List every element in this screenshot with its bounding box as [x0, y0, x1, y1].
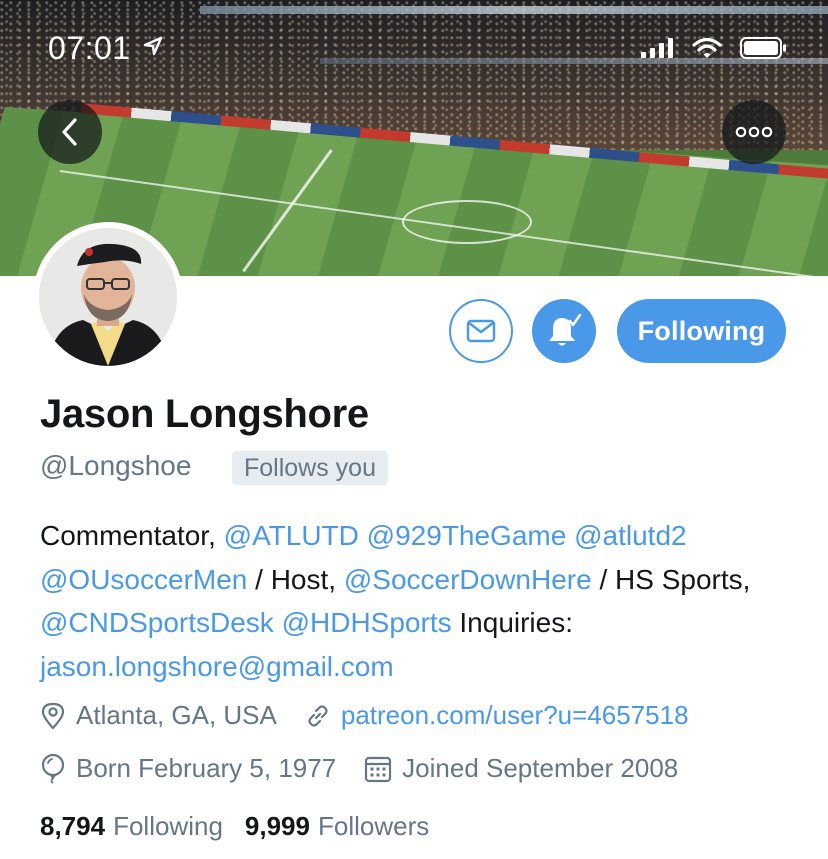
link-icon — [308, 704, 328, 727]
status-time: 07:01 — [48, 30, 164, 67]
bio-text — [566, 520, 574, 551]
website[interactable]: patreon.com/user?u=4657518 — [305, 700, 689, 731]
battery-icon — [740, 37, 786, 59]
birthday: Born February 5, 1977 — [40, 753, 336, 784]
mention-cndsportsdesk[interactable]: @CNDSportsDesk — [40, 607, 274, 638]
meta-row-location-website: Atlanta, GA, USA patreon.com/user?u=4657… — [40, 700, 717, 731]
calendar-icon — [365, 756, 392, 782]
mention-atlutd2[interactable]: @atlutd2 — [574, 520, 687, 551]
bio-text: Inquiries: — [451, 607, 574, 638]
mention-hdhsports[interactable]: @HDHSports — [282, 607, 452, 638]
avatar[interactable] — [33, 222, 183, 372]
bio-text: / HS Sports, — [591, 563, 751, 595]
user-handle: @Longshoe — [40, 450, 192, 481]
avatar-portrait — [39, 228, 177, 366]
birthday-text: Born February 5, 1977 — [76, 753, 337, 783]
mention-atlutd[interactable]: @ATLUTD — [224, 520, 359, 551]
more-dots-icon — [735, 126, 773, 138]
followers-count-number: 9,999 — [244, 811, 310, 841]
chevron-left-icon — [62, 118, 77, 146]
followers-count[interactable]: 9,999 Followers — [245, 811, 429, 842]
back-button[interactable] — [38, 100, 102, 164]
balloon-icon — [41, 753, 65, 784]
more-options-button[interactable] — [722, 100, 786, 164]
wifi-icon — [692, 37, 722, 58]
joined-text: Joined September 2008 — [402, 753, 679, 783]
following-count[interactable]: 8,794 Following — [40, 811, 223, 842]
mention-soccerdownhere[interactable]: @SoccerDownHere — [344, 564, 592, 595]
meta-row-birthday-joined: Born February 5, 1977 Joined September 2… — [40, 753, 706, 784]
followers-count-label: Followers — [317, 811, 430, 841]
notifications-button[interactable] — [532, 299, 596, 363]
following-button[interactable]: Following — [617, 299, 786, 363]
status-icons — [640, 36, 788, 60]
cellular-signal-icon — [641, 38, 673, 58]
bio-text: Commentator, — [40, 520, 224, 551]
message-button[interactable] — [449, 299, 513, 363]
location-text: Atlanta, GA, USA — [76, 700, 277, 730]
bio-text — [274, 607, 282, 638]
following-count-label: Following — [113, 811, 223, 841]
status-time-text: 07:01 — [48, 30, 131, 66]
bio-text: / Host, — [247, 563, 344, 595]
follows-you-badge: Follows you — [232, 451, 388, 485]
email-link[interactable]: jason.longshore@gmail.com — [40, 651, 394, 682]
joined-date: Joined September 2008 — [364, 753, 678, 784]
bio-text — [359, 520, 367, 551]
display-name: Jason Longshore — [40, 392, 369, 436]
bell-check-icon — [549, 313, 582, 346]
website-link[interactable]: patreon.com/user?u=4657518 — [341, 700, 689, 731]
follow-counts: 8,794 Following 9,999 Followers — [40, 811, 451, 842]
envelope-icon — [466, 319, 496, 343]
location-pin-icon — [41, 702, 65, 729]
location-arrow-icon — [143, 36, 163, 56]
mention-ousoccermen[interactable]: @OUsoccerMen — [40, 564, 247, 595]
banner-center-circle — [402, 200, 532, 244]
profile-bio: Commentator, @ATLUTD @929TheGame @atlutd… — [40, 514, 800, 688]
mention-929thegame[interactable]: @929TheGame — [367, 520, 567, 551]
banner-ring — [200, 6, 828, 14]
location: Atlanta, GA, USA — [40, 700, 277, 731]
following-count-number: 8,794 — [40, 811, 106, 841]
